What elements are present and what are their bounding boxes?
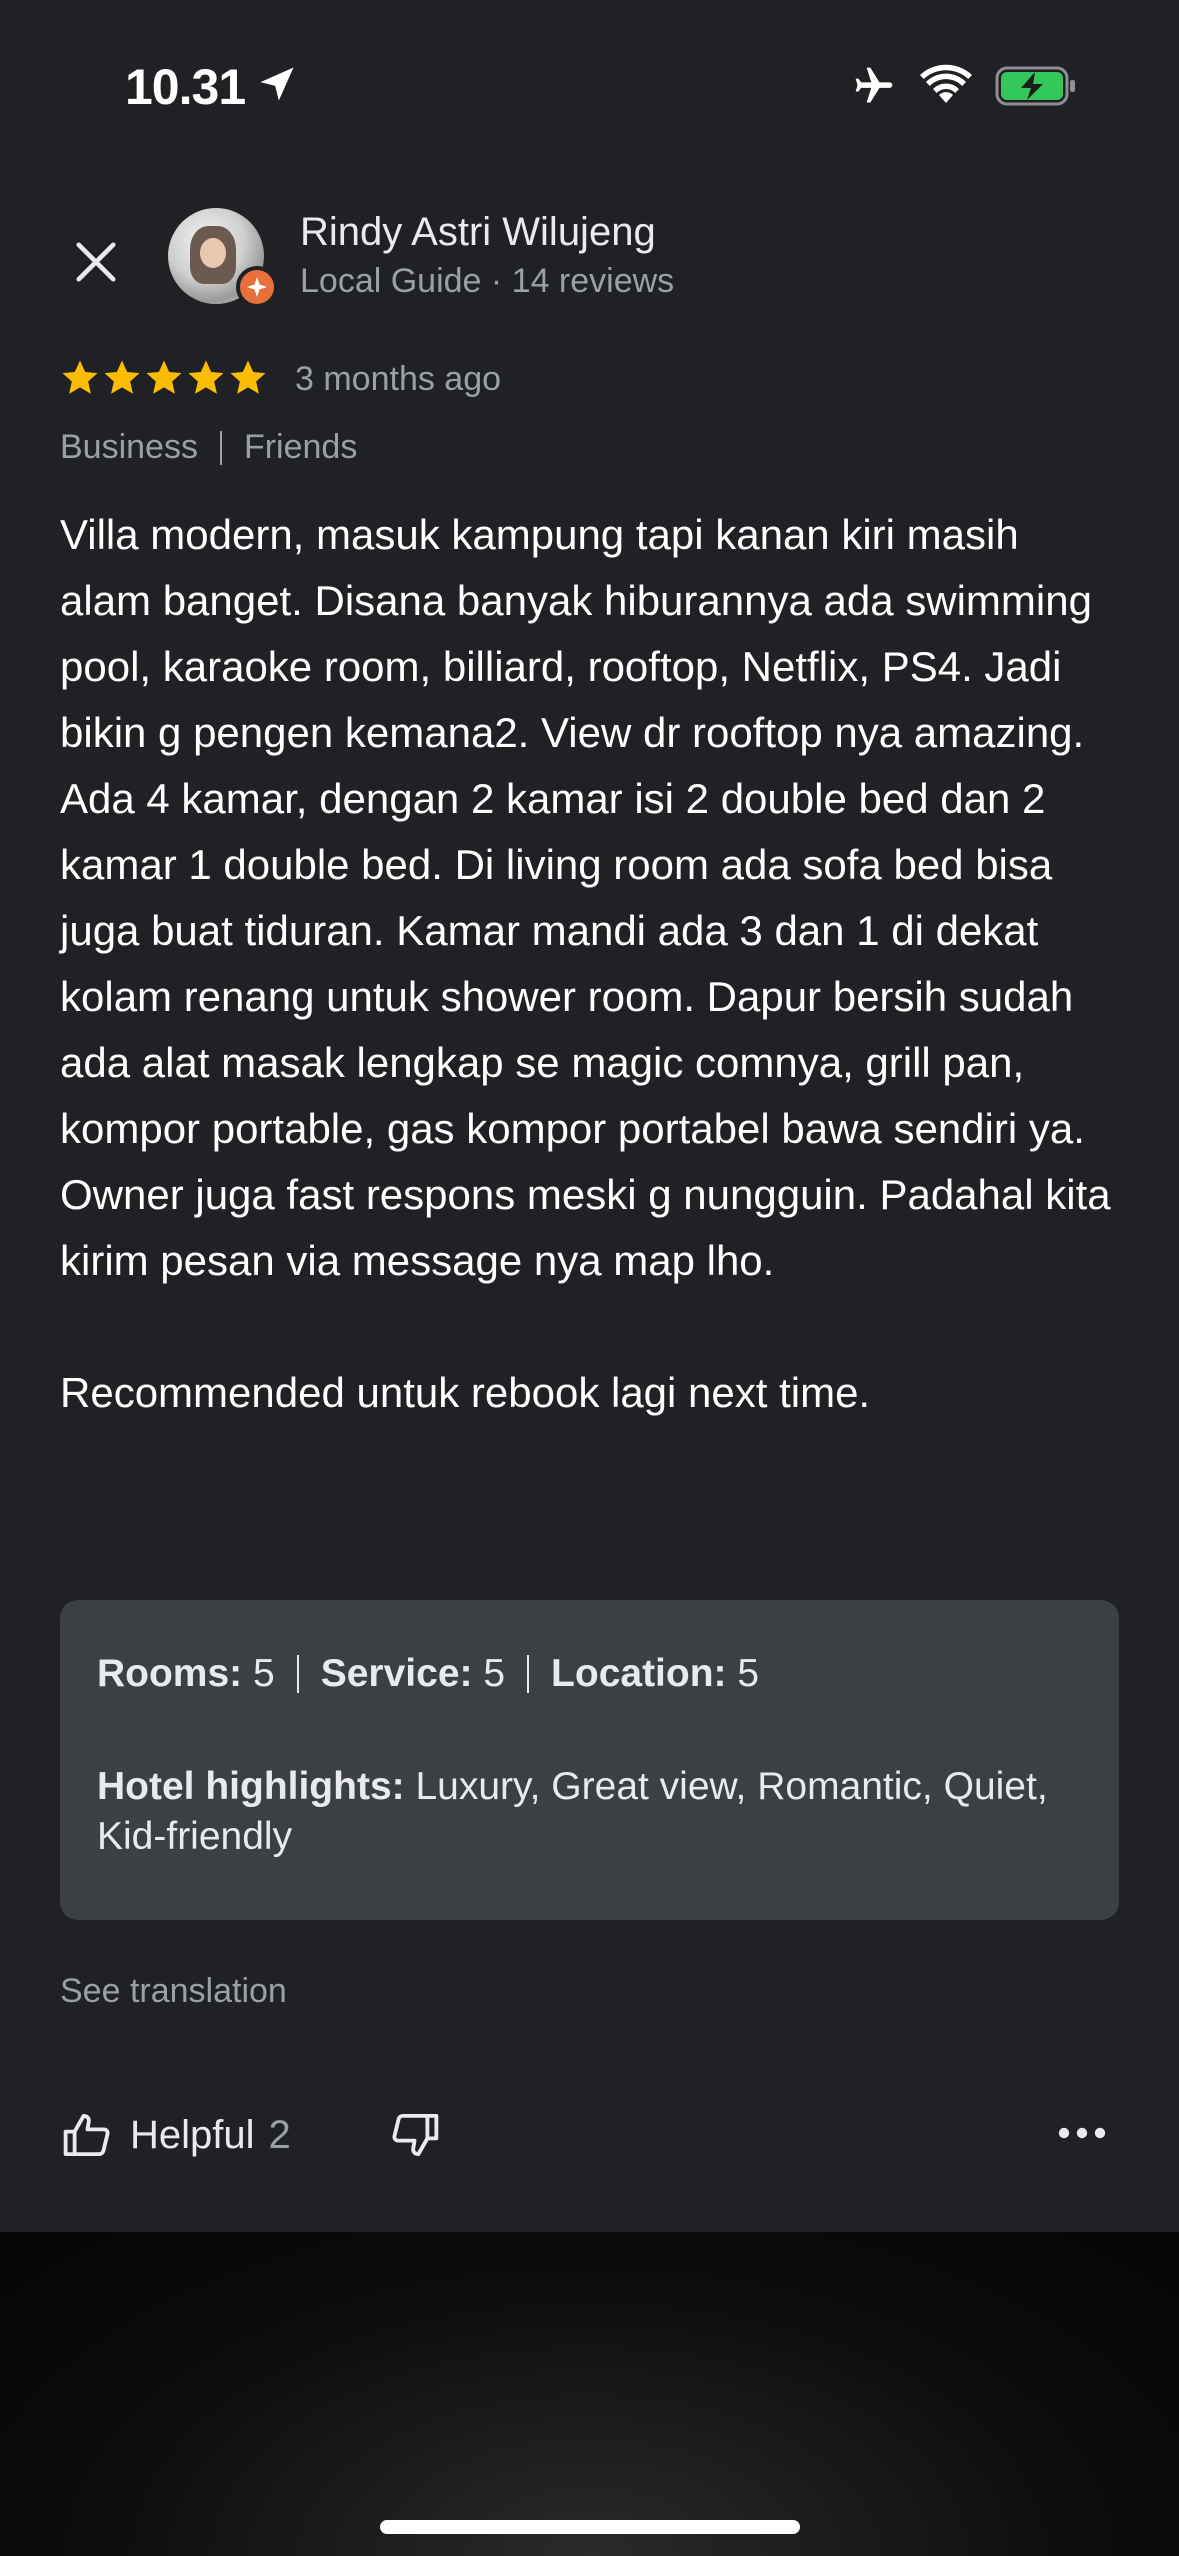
rating-divider (527, 1655, 530, 1693)
highlights-label: Hotel highlights: (97, 1765, 405, 1808)
close-button[interactable] (62, 228, 130, 296)
review-text: Villa modern, masuk kampung tapi kanan k… (60, 511, 1111, 1416)
star-icon (188, 360, 224, 394)
rooms-value: 5 (253, 1652, 275, 1695)
location-arrow-icon (260, 67, 294, 101)
tag-friends: Friends (243, 428, 358, 466)
star-icon (146, 360, 182, 394)
location-value: 5 (737, 1652, 760, 1695)
close-icon (76, 242, 116, 282)
thumbs-down-icon[interactable] (388, 2108, 442, 2162)
review-date: 3 months ago (295, 360, 502, 398)
star-icon (104, 360, 140, 394)
reviewer-meta: Local Guide · 14 reviews (300, 262, 675, 300)
more-options-icon[interactable] (1056, 2118, 1108, 2148)
sub-ratings: Rooms: 5 Service: 5 Location: 5 (97, 1652, 759, 1696)
wifi-icon (920, 64, 972, 103)
tag-business: Business (60, 428, 198, 466)
reviewer-name[interactable]: Rindy Astri Wilujeng (300, 210, 656, 255)
helpful-count: 2 (268, 2112, 291, 2157)
see-translation-link[interactable]: See translation (60, 1972, 287, 2011)
status-time: 10.31 (125, 59, 246, 115)
rating-divider (296, 1655, 299, 1693)
service-value: 5 (483, 1652, 506, 1695)
star-icon (62, 360, 98, 394)
star-rating (60, 358, 268, 398)
home-indicator[interactable] (380, 2520, 800, 2534)
hotel-highlights: Hotel highlights: Luxury, Great view, Ro… (97, 1762, 1077, 1862)
airplane-icon (855, 67, 893, 103)
status-bar: 10.31 (0, 0, 1179, 175)
helpful-button[interactable]: Helpful 2 (60, 2104, 291, 2166)
helpful-label: Helpful (130, 2112, 255, 2157)
star-icon (230, 360, 266, 394)
bottom-backdrop (0, 2232, 1179, 2556)
local-guide-badge-icon (236, 266, 278, 308)
ratings-card: Rooms: 5 Service: 5 Location: 5 Hotel hi… (60, 1600, 1119, 1920)
thumbs-up-icon (63, 2113, 110, 2157)
battery-charging-icon (995, 66, 1075, 106)
review-tags: Business Friends (60, 428, 357, 467)
location-label: Location: (551, 1652, 727, 1695)
service-label: Service: (320, 1652, 473, 1695)
tag-divider (219, 430, 222, 465)
rooms-label: Rooms: (97, 1652, 243, 1695)
